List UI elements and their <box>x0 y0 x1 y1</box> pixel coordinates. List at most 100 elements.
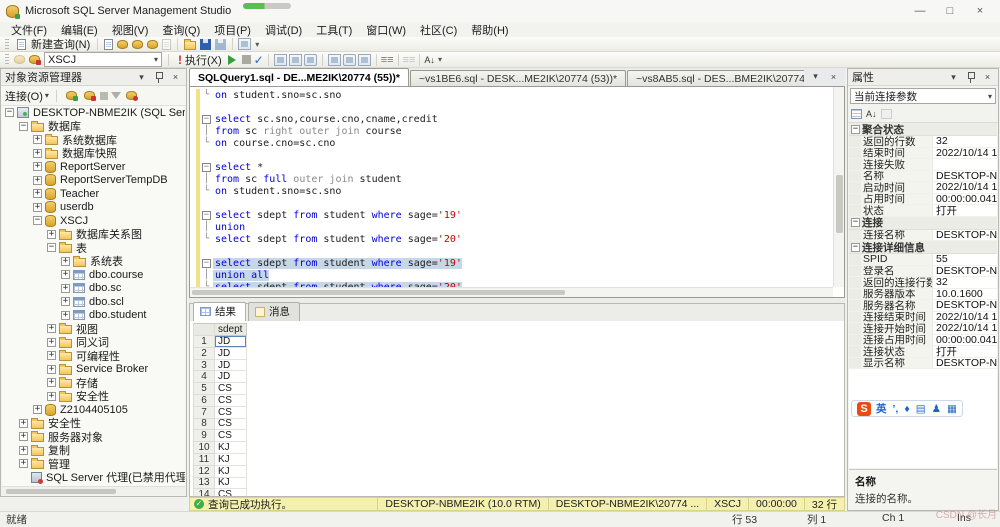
toolbar-overflow-icon[interactable]: ▾ <box>435 55 445 64</box>
parse-icon[interactable]: ✓ <box>254 53 264 67</box>
ime-logo-icon[interactable]: S <box>857 402 871 416</box>
grid-cell[interactable]: JD <box>215 371 247 383</box>
code-line[interactable]: │union <box>190 221 832 233</box>
code-line[interactable] <box>190 245 832 257</box>
scrollbar-thumb[interactable] <box>192 290 565 295</box>
tree-item[interactable]: +dbo.scl <box>2 295 185 309</box>
open-file-icon[interactable] <box>184 41 196 50</box>
ime-punctuation-button[interactable]: ’, <box>893 403 899 415</box>
filter-icon[interactable] <box>111 92 121 99</box>
pin-icon[interactable] <box>152 71 165 84</box>
property-group-header[interactable]: −连接详细信息 <box>849 241 997 254</box>
menu-item[interactable]: 视图(V) <box>105 22 156 38</box>
code-line[interactable]: −select sdept from student where sage='1… <box>190 257 832 269</box>
tree-expander[interactable]: + <box>33 189 42 198</box>
query-options-icon[interactable] <box>274 54 287 66</box>
grid-row-number[interactable]: 8 <box>193 419 215 431</box>
results-to-grid-icon[interactable] <box>304 54 317 66</box>
grid-row-number[interactable]: 1 <box>193 336 215 348</box>
tree-item[interactable]: +Teacher <box>2 187 185 201</box>
grid-cell[interactable]: CS <box>215 419 247 431</box>
collapse-icon[interactable]: − <box>851 125 860 134</box>
restore-button[interactable]: □ <box>936 2 964 20</box>
tree-expander[interactable]: + <box>47 378 56 387</box>
categorized-icon[interactable] <box>851 109 862 119</box>
grid-cell[interactable]: CS <box>215 430 247 442</box>
tree-item[interactable]: +userdb <box>2 201 185 215</box>
grid-cell[interactable]: CS <box>215 407 247 419</box>
grid-row-number[interactable]: 6 <box>193 395 215 407</box>
tree-expander[interactable]: + <box>19 432 28 441</box>
tree-expander[interactable]: + <box>33 149 42 158</box>
object-explorer-hscrollbar[interactable] <box>2 486 185 495</box>
grid-row-number[interactable]: 11 <box>193 454 215 466</box>
tree-expander[interactable]: + <box>33 405 42 414</box>
scrollbar-thumb[interactable] <box>6 489 116 494</box>
tree-expander[interactable]: − <box>47 243 56 252</box>
tree-item[interactable]: +数据库关系图 <box>2 228 185 242</box>
tree-item[interactable]: +数据库快照 <box>2 147 185 161</box>
grid-cell[interactable]: JD <box>215 348 247 360</box>
code-area[interactable]: └on student.sno=sc.sno −select sc.sno,cou… <box>190 89 832 287</box>
tree-item[interactable]: +ReportServerTempDB <box>2 174 185 188</box>
tree-item[interactable]: +可编程性 <box>2 349 185 363</box>
tree-item[interactable]: −XSCJ <box>2 214 185 228</box>
grid-row-number[interactable]: 5 <box>193 383 215 395</box>
save-icon[interactable] <box>200 39 211 50</box>
tree-item[interactable]: +Service Broker <box>2 363 185 377</box>
tab-messages[interactable]: 消息 <box>248 302 300 321</box>
close-panel-icon[interactable]: × <box>981 71 994 84</box>
grid-cell[interactable]: KJ <box>215 454 247 466</box>
minimize-button[interactable]: — <box>906 2 934 20</box>
grid-row-number[interactable]: 12 <box>193 466 215 478</box>
tree-item[interactable]: −表 <box>2 241 185 255</box>
tree-item[interactable]: +同义词 <box>2 336 185 350</box>
document-tab[interactable]: ~vs8AB5.sql - DES...BME2IK\20774 (52)) <box>627 70 804 86</box>
code-line[interactable]: −select sc.sno,course.cno,cname,credit <box>190 113 832 125</box>
grid-row-number[interactable]: 14 <box>193 489 215 496</box>
database-engine-query-icon[interactable] <box>117 40 128 49</box>
tree-expander[interactable]: + <box>33 135 42 144</box>
grid-row-number[interactable]: 13 <box>193 478 215 490</box>
code-line[interactable]: └select sdept from student where sage='2… <box>190 233 832 245</box>
tree-expander[interactable]: + <box>19 446 28 455</box>
close-document-icon[interactable]: × <box>827 70 840 83</box>
tree-expander[interactable]: + <box>61 257 70 266</box>
grid-row-number[interactable]: 9 <box>193 430 215 442</box>
activity-monitor-icon[interactable] <box>238 38 251 50</box>
tree-item[interactable]: +dbo.course <box>2 268 185 282</box>
tree-expander[interactable]: − <box>19 122 28 131</box>
tree-expander[interactable]: + <box>61 297 70 306</box>
database-combobox[interactable]: XSCJ ▾ <box>44 52 162 67</box>
tree-item[interactable]: +视图 <box>2 322 185 336</box>
toolbar-grip[interactable] <box>5 54 9 65</box>
tree-item[interactable]: SQL Server 代理(已禁用代理 XP) <box>2 471 185 485</box>
tree-expander[interactable]: + <box>61 284 70 293</box>
tree-expander[interactable]: + <box>47 351 56 360</box>
ime-mic-button[interactable]: ♦ <box>904 403 909 415</box>
active-files-dropdown-icon[interactable]: ▾ <box>809 70 822 83</box>
ime-skin-button[interactable]: ♟ <box>932 403 941 415</box>
tab-results[interactable]: 结果 <box>193 302 246 321</box>
toolbar-overflow-icon[interactable]: ▾ <box>252 40 262 49</box>
tree-item[interactable]: +管理 <box>2 457 185 471</box>
editor-vscrollbar[interactable] <box>833 87 844 287</box>
uncomment-icon[interactable]: ≡ <box>387 54 393 66</box>
tree-expander[interactable]: + <box>47 324 56 333</box>
tree-expander[interactable]: − <box>5 108 14 117</box>
tree-expander[interactable]: + <box>61 311 70 320</box>
property-group-header[interactable]: −聚合状态 <box>849 123 997 136</box>
menu-item[interactable]: 社区(C) <box>413 22 464 38</box>
tree-expander[interactable]: + <box>47 338 56 347</box>
code-line[interactable]: └on student.sno=sc.sno <box>190 185 832 197</box>
toolbar-grip[interactable] <box>5 39 9 50</box>
property-row[interactable]: 显示名称DESKTOP-NBME2IK <box>849 358 997 370</box>
analysis-query-icon[interactable] <box>132 40 143 49</box>
tree-item[interactable]: +安全性 <box>2 390 185 404</box>
grid-row-number[interactable]: 10 <box>193 442 215 454</box>
results-to-text-icon[interactable] <box>328 54 341 66</box>
debug-play-icon[interactable] <box>228 55 236 65</box>
menu-item[interactable]: 窗口(W) <box>359 22 413 38</box>
tree-expander[interactable]: + <box>47 230 56 239</box>
grid-cell[interactable]: CS <box>215 383 247 395</box>
